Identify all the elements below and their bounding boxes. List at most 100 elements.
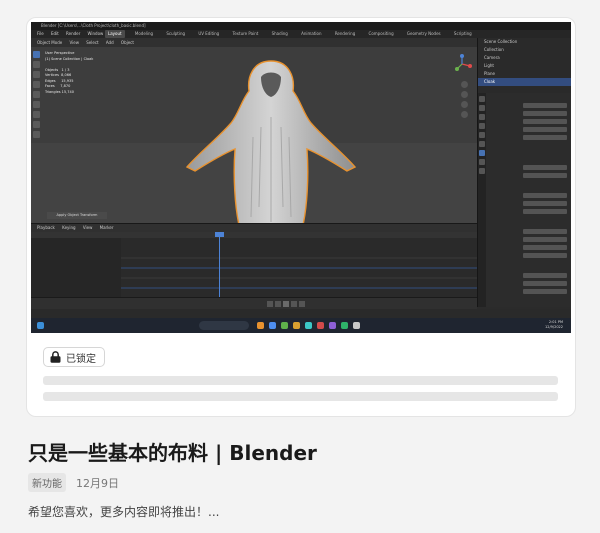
header-select: Select	[86, 40, 99, 45]
timeline-menu-marker: Marker	[99, 225, 114, 230]
property-field	[523, 127, 567, 132]
transform-tool-icon	[33, 101, 40, 108]
property-row	[490, 193, 568, 198]
property-row	[490, 209, 568, 214]
outliner-row: Scene Collection	[484, 39, 518, 44]
property-row	[490, 253, 568, 258]
measure-tool-icon	[33, 121, 40, 128]
app-icon	[293, 322, 300, 329]
property-row	[490, 229, 568, 234]
content-placeholder-line	[43, 376, 558, 385]
property-row	[490, 127, 568, 132]
property-row	[490, 103, 568, 108]
app-icon	[281, 322, 288, 329]
app-icon	[317, 322, 324, 329]
locked-badge: 已锁定	[43, 347, 105, 367]
property-field	[523, 103, 567, 108]
tab-rendering: Rendering	[334, 31, 356, 36]
post-title[interactable]: 只是一些基本的布料 | Blender	[28, 437, 317, 466]
cursor-tool-icon	[33, 61, 40, 68]
property-row	[490, 289, 568, 294]
tab-layout: Layout	[105, 30, 125, 38]
property-field	[523, 237, 567, 242]
property-row	[490, 281, 568, 286]
properties-tabs	[478, 93, 486, 307]
property-field	[523, 253, 567, 258]
3d-viewport: User Perspective (1) Scene Collection | …	[31, 47, 477, 223]
property-field	[523, 289, 567, 294]
tab-uv-editing: UV Editing	[198, 31, 220, 36]
timeline-grid	[121, 257, 477, 289]
pan-icon	[461, 91, 468, 98]
tab-animation: Animation	[301, 31, 322, 36]
scene-properties-icon	[479, 123, 485, 129]
viewport-header: Object Mode View Select Add Object	[31, 38, 477, 47]
taskbar-clock: 2:01 PM 12/9/2022	[545, 320, 563, 329]
viewport-stats: User Perspective (1) Scene Collection | …	[45, 51, 94, 94]
locked-label: 已锁定	[66, 353, 96, 365]
property-row	[490, 237, 568, 242]
menu-bar: File Edit Render Window Help Layout Mode…	[31, 30, 571, 38]
axis-gizmo-icon	[455, 54, 472, 71]
tab-sculpting: Sculpting	[166, 31, 186, 36]
menu-render: Render	[66, 31, 81, 36]
channel-list	[31, 238, 121, 298]
properties-panel	[477, 93, 571, 307]
tool-properties-icon	[479, 96, 485, 102]
outliner-row: Collection	[484, 47, 504, 52]
app-icon	[305, 322, 312, 329]
properties-section	[488, 151, 568, 157]
annotate-tool-icon	[33, 111, 40, 118]
property-field	[523, 209, 567, 214]
app-icon	[341, 322, 348, 329]
output-properties-icon	[479, 114, 485, 120]
explorer-app-icon	[269, 322, 276, 329]
tool-shelf	[33, 51, 41, 171]
outliner-row: Light	[484, 63, 494, 68]
playhead	[219, 232, 220, 298]
property-field	[523, 173, 567, 178]
windows-taskbar: 2:01 PM 12/9/2022	[31, 318, 571, 333]
constraint-properties-icon	[479, 159, 485, 165]
new-feature-badge: 新功能	[28, 473, 66, 492]
status-bar	[31, 309, 571, 318]
add-cube-tool-icon	[33, 131, 40, 138]
timeline-editor: Playback Keying View Marker	[31, 223, 477, 298]
property-field	[523, 119, 567, 124]
outliner-row: Plane	[484, 71, 495, 76]
camera-view-icon	[461, 101, 468, 108]
play-controls-icon	[267, 301, 305, 307]
render-properties-icon	[479, 105, 485, 111]
property-field	[523, 165, 567, 170]
tab-scripting: Scripting	[453, 31, 472, 36]
timeline-menu-view: View	[82, 225, 93, 230]
content-placeholder-line	[43, 392, 558, 401]
post-description: 希望您喜欢，更多内容即将推出！...	[28, 505, 220, 519]
property-row	[490, 135, 568, 140]
post-card[interactable]: Blender [C:\Users\...\Cloth Project\clot…	[26, 17, 576, 417]
timeline-header: Playback Keying View Marker	[31, 224, 477, 232]
property-row	[490, 201, 568, 206]
header-add: Add	[105, 40, 114, 45]
ortho-toggle-icon	[461, 111, 468, 118]
property-row	[490, 165, 568, 170]
lock-icon	[50, 351, 61, 363]
operator-panel: Apply Object Transform	[47, 212, 107, 219]
timeline-menu-playback: Playback	[37, 225, 55, 230]
app-icon	[329, 322, 336, 329]
tab-compositing: Compositing	[368, 31, 394, 36]
outliner-row-selected: Cloak	[478, 78, 571, 86]
tab-shading: Shading	[271, 31, 288, 36]
workspace-tabs: Layout Modeling Sculpting UV Editing Tex…	[99, 30, 475, 38]
property-row	[490, 273, 568, 278]
physics-properties-icon	[479, 150, 485, 156]
property-field	[523, 201, 567, 206]
cloak-mesh	[185, 60, 357, 223]
header-view: View	[69, 40, 79, 45]
taskbar-search	[199, 321, 249, 330]
property-row	[490, 245, 568, 250]
tab-texture-paint: Texture Paint	[232, 31, 259, 36]
post-date: 12月9日	[76, 476, 119, 490]
modifier-properties-icon	[479, 141, 485, 147]
property-row	[490, 111, 568, 116]
